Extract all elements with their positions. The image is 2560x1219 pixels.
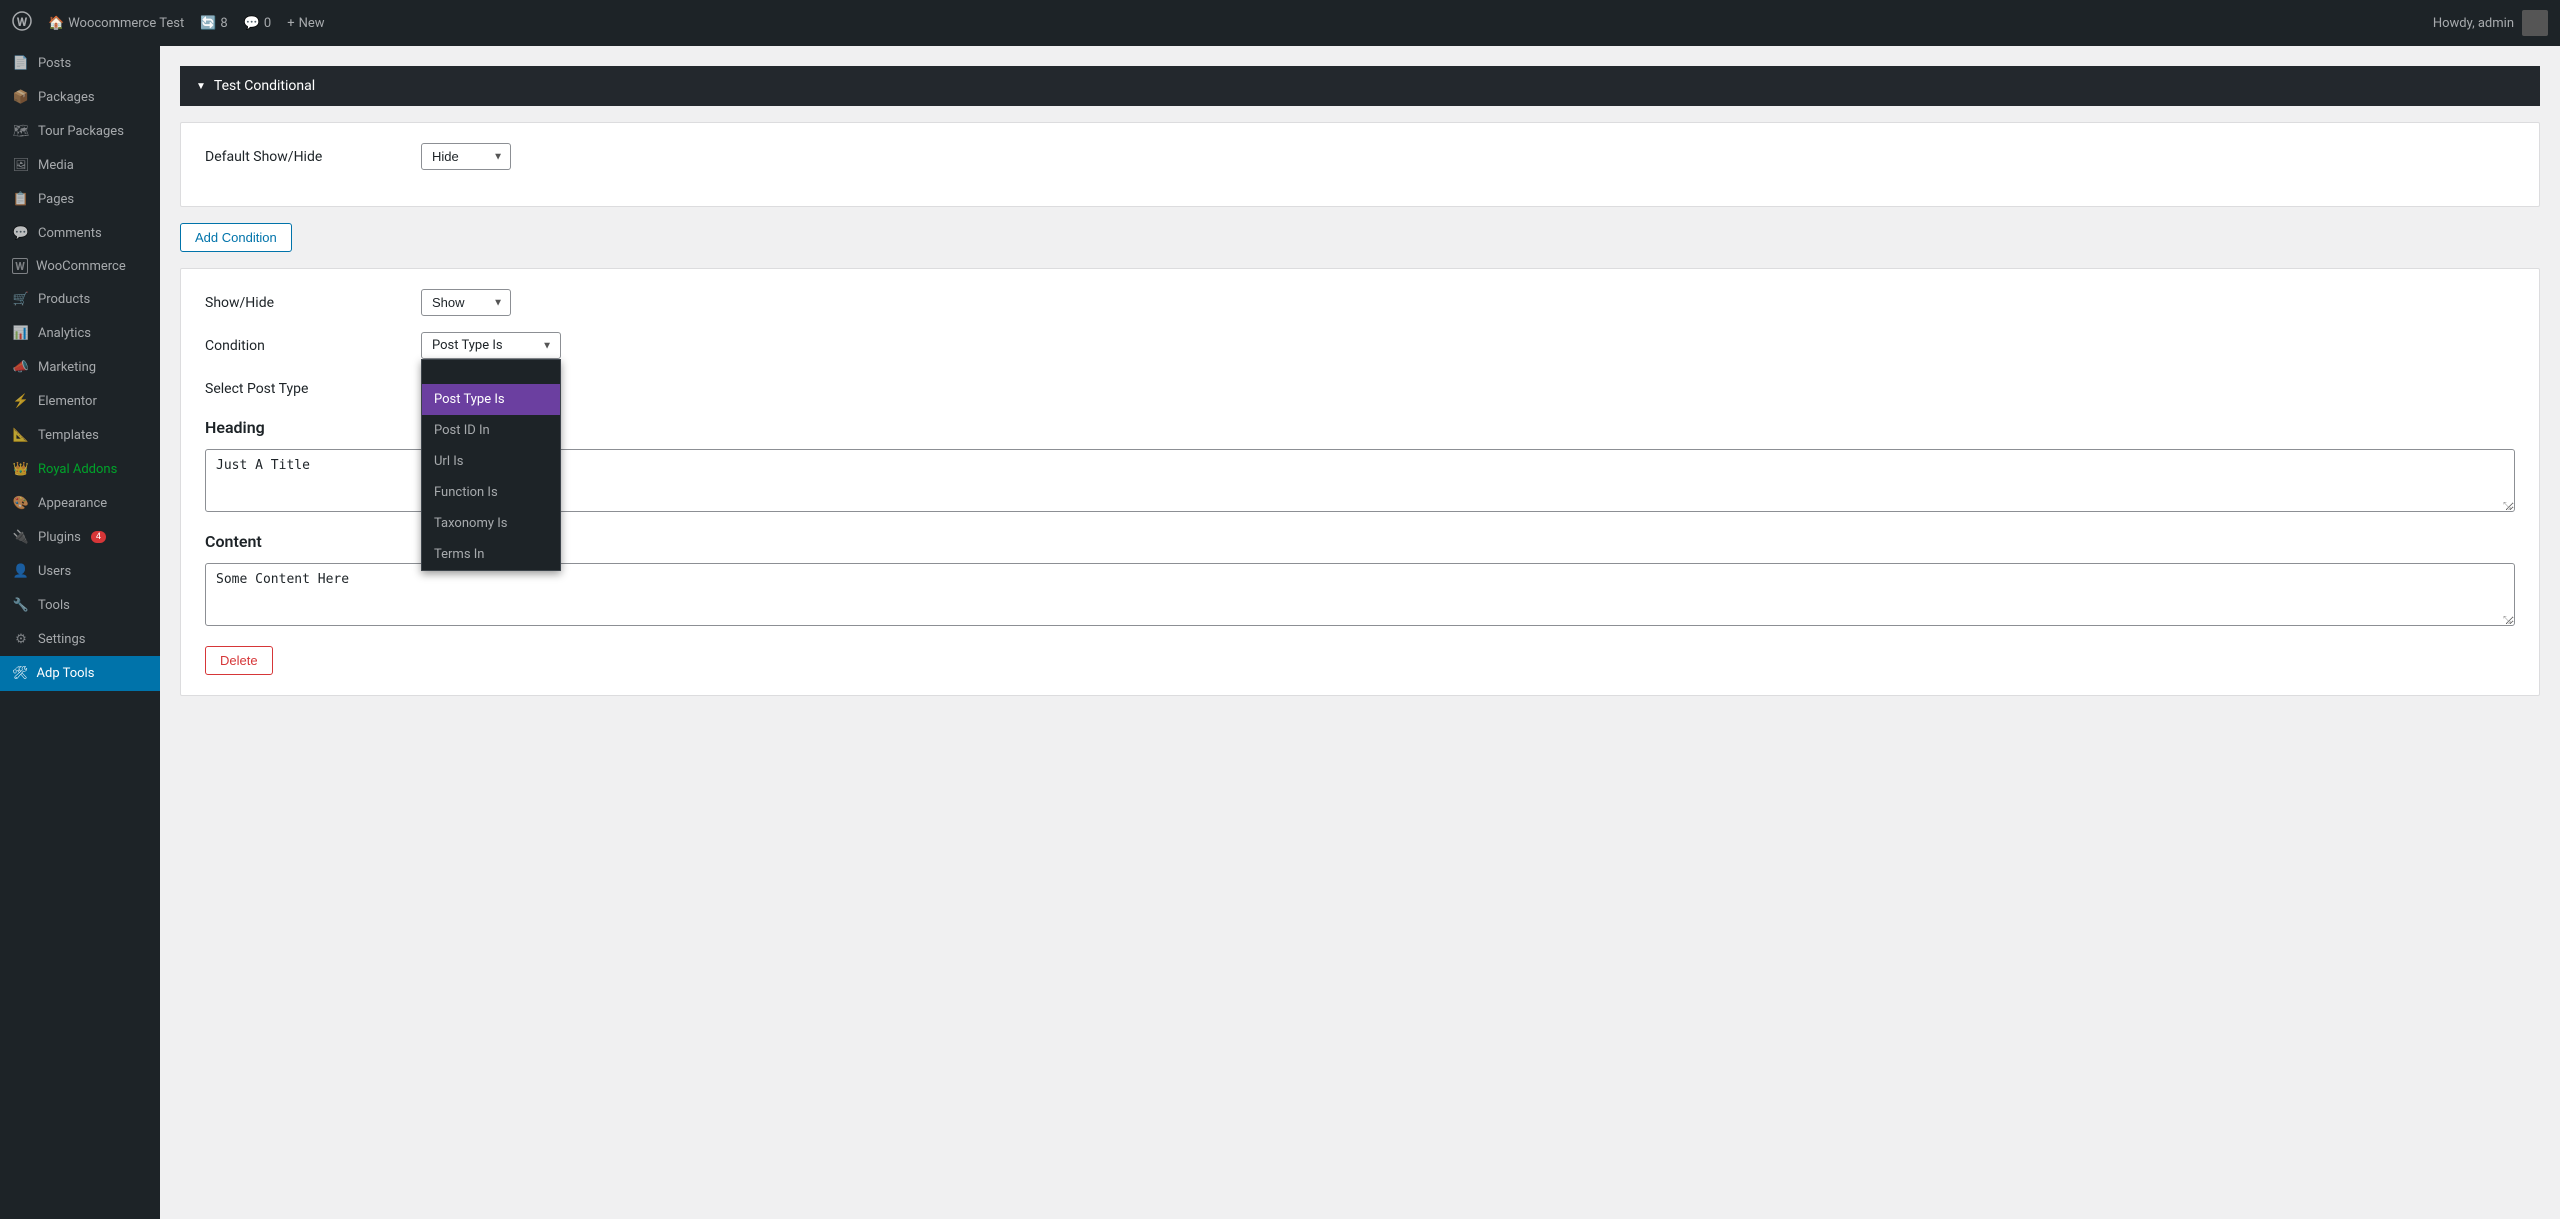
show-hide-select-wrapper: Show Hide ▼ bbox=[421, 289, 511, 316]
royal-addons-icon: 👑 bbox=[12, 460, 30, 478]
comments-icon: 💬 bbox=[12, 224, 30, 242]
adp-tools-icon: 🛠 bbox=[12, 666, 29, 681]
admin-bar: W 🏠 Woocommerce Test 🔄 8 💬 0 + New Howdy… bbox=[0, 0, 2560, 46]
section-arrow-icon: ▼ bbox=[196, 81, 206, 92]
sidebar-item-comments[interactable]: 💬 Comments bbox=[0, 216, 160, 250]
posts-icon: 📄 bbox=[12, 54, 30, 72]
svg-text:W: W bbox=[17, 15, 28, 29]
comments-item[interactable]: 💬 0 bbox=[244, 16, 272, 31]
templates-icon: 📐 bbox=[12, 426, 30, 444]
condition-select-trigger[interactable]: Post Type Is ▼ bbox=[421, 332, 561, 359]
condition-row: Condition Post Type Is ▼ Post Type Is Po… bbox=[205, 332, 2515, 359]
analytics-icon: 📊 bbox=[12, 324, 30, 342]
default-show-hide-select-wrapper: Hide Show ▼ bbox=[421, 143, 511, 170]
updates-item[interactable]: 🔄 8 bbox=[200, 16, 228, 31]
condition-card: Show/Hide Show Hide ▼ Condition Post Typ… bbox=[180, 268, 2540, 696]
chevron-down-icon: ▼ bbox=[542, 340, 552, 351]
default-show-hide-card: Default Show/Hide Hide Show ▼ bbox=[180, 122, 2540, 207]
woocommerce-icon: W bbox=[12, 258, 28, 274]
sidebar-item-posts[interactable]: 📄 Posts bbox=[0, 46, 160, 80]
users-icon: 👤 bbox=[12, 562, 30, 580]
dropdown-item-terms-in[interactable]: Terms In bbox=[422, 539, 560, 570]
section-header: ▼ Test Conditional bbox=[180, 66, 2540, 106]
wp-logo-icon[interactable]: W bbox=[12, 11, 32, 35]
section-title: Test Conditional bbox=[214, 78, 315, 94]
content-textarea[interactable] bbox=[205, 563, 2515, 626]
pages-icon: 📋 bbox=[12, 190, 30, 208]
appearance-icon: 🎨 bbox=[12, 494, 30, 512]
default-show-hide-row: Default Show/Hide Hide Show ▼ bbox=[205, 143, 2515, 170]
dropdown-item-post-type-is[interactable]: Post Type Is bbox=[422, 384, 560, 415]
sidebar-item-settings[interactable]: ⚙ Settings bbox=[0, 622, 160, 656]
sidebar-item-packages[interactable]: 📦 Packages bbox=[0, 80, 160, 114]
tour-packages-icon: 🗺 bbox=[12, 122, 30, 140]
sidebar-item-analytics[interactable]: 📊 Analytics bbox=[0, 316, 160, 350]
media-icon: 🖼 bbox=[12, 156, 30, 174]
sidebar-item-media[interactable]: 🖼 Media bbox=[0, 148, 160, 182]
new-item[interactable]: + New bbox=[287, 16, 324, 31]
sidebar-item-royal-addons[interactable]: 👑 Royal Addons bbox=[0, 452, 160, 486]
condition-dropdown-wrapper: Post Type Is ▼ Post Type Is Post ID In U… bbox=[421, 332, 561, 359]
howdy-menu[interactable]: Howdy, admin bbox=[2433, 10, 2548, 36]
resize-icon: ⤡ bbox=[2503, 615, 2511, 626]
add-condition-button[interactable]: Add Condition bbox=[180, 223, 292, 252]
resize-icon: ⤡ bbox=[2503, 501, 2511, 512]
packages-icon: 📦 bbox=[12, 88, 30, 106]
delete-button[interactable]: Delete bbox=[205, 646, 273, 675]
dropdown-item-function-is[interactable]: Function Is bbox=[422, 477, 560, 508]
sidebar-item-plugins[interactable]: 🔌 Plugins 4 bbox=[0, 520, 160, 554]
sidebar: 📄 Posts 📦 Packages 🗺 Tour Packages 🖼 Med… bbox=[0, 46, 160, 1219]
dropdown-empty-space bbox=[422, 360, 560, 384]
sidebar-item-elementor[interactable]: ⚡ Elementor bbox=[0, 384, 160, 418]
adp-tools-button[interactable]: 🛠 Adp Tools bbox=[0, 656, 160, 691]
sidebar-item-marketing[interactable]: 📣 Marketing bbox=[0, 350, 160, 384]
plugins-icon: 🔌 bbox=[12, 528, 30, 546]
layout: 📄 Posts 📦 Packages 🗺 Tour Packages 🖼 Med… bbox=[0, 46, 2560, 1219]
site-name[interactable]: 🏠 Woocommerce Test bbox=[48, 16, 184, 31]
condition-dropdown-menu: Post Type Is Post ID In Url Is Function … bbox=[421, 359, 561, 571]
marketing-icon: 📣 bbox=[12, 358, 30, 376]
plugins-badge: 4 bbox=[91, 531, 106, 543]
sidebar-item-appearance[interactable]: 🎨 Appearance bbox=[0, 486, 160, 520]
sidebar-item-templates[interactable]: 📐 Templates bbox=[0, 418, 160, 452]
show-hide-select[interactable]: Show Hide bbox=[421, 289, 511, 316]
show-hide-label: Show/Hide bbox=[205, 295, 405, 311]
select-post-type-label: Select Post Type bbox=[205, 381, 405, 397]
dropdown-item-taxonomy-is[interactable]: Taxonomy Is bbox=[422, 508, 560, 539]
dropdown-item-url-is[interactable]: Url Is bbox=[422, 446, 560, 477]
products-icon: 🛒 bbox=[12, 290, 30, 308]
settings-icon: ⚙ bbox=[12, 630, 30, 648]
elementor-icon: ⚡ bbox=[12, 392, 30, 410]
tools-icon: 🔧 bbox=[12, 596, 30, 614]
add-condition-container: Add Condition bbox=[180, 223, 2540, 252]
sidebar-item-woocommerce[interactable]: W WooCommerce bbox=[0, 250, 160, 282]
sidebar-item-tour-packages[interactable]: 🗺 Tour Packages bbox=[0, 114, 160, 148]
sidebar-item-products[interactable]: 🛒 Products bbox=[0, 282, 160, 316]
main-content: ▼ Test Conditional Default Show/Hide Hid… bbox=[160, 46, 2560, 1219]
content-textarea-wrapper: ⤡ bbox=[205, 563, 2515, 630]
condition-select-value: Post Type Is bbox=[432, 338, 503, 353]
show-hide-row: Show/Hide Show Hide ▼ bbox=[205, 289, 2515, 316]
default-show-hide-select[interactable]: Hide Show bbox=[421, 143, 511, 170]
avatar bbox=[2522, 10, 2548, 36]
dropdown-item-post-id-in[interactable]: Post ID In bbox=[422, 415, 560, 446]
default-show-hide-label: Default Show/Hide bbox=[205, 149, 405, 165]
condition-label: Condition bbox=[205, 332, 405, 354]
sidebar-item-pages[interactable]: 📋 Pages bbox=[0, 182, 160, 216]
sidebar-item-tools[interactable]: 🔧 Tools bbox=[0, 588, 160, 622]
sidebar-item-users[interactable]: 👤 Users bbox=[0, 554, 160, 588]
